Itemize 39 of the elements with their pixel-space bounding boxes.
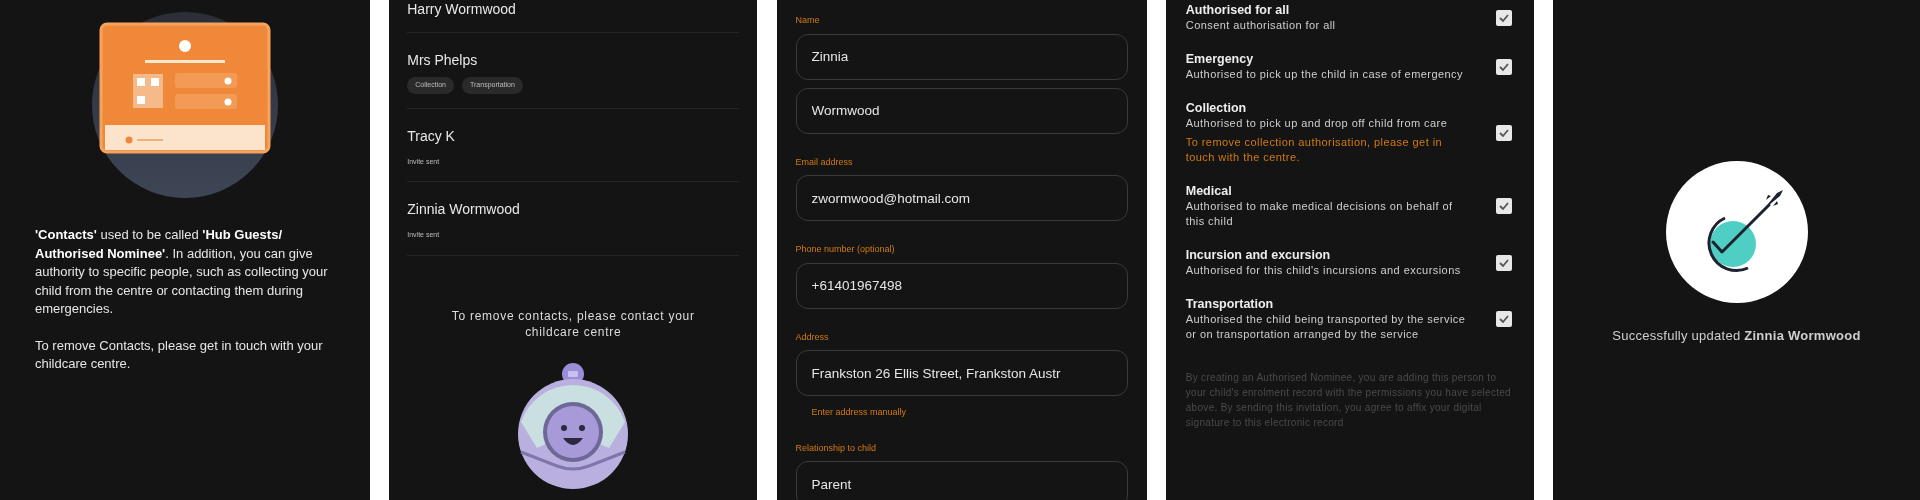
permission-title: Collection — [1185, 100, 1248, 116]
contact-name[interactable]: Harry Wormwood — [407, 0, 740, 18]
contact-name[interactable]: Zinnia Wormwood — [407, 200, 740, 218]
permission-description: Consent authorisation for all — [1185, 18, 1337, 33]
permission-title: Transportation — [1185, 296, 1275, 312]
permission-title: Medical — [1185, 183, 1233, 199]
field-label: Address — [795, 330, 830, 344]
permission-description: Authorised to make medical decisions on behalf of this child — [1185, 199, 1454, 229]
permission-checkbox[interactable] — [1495, 9, 1512, 26]
permission-title: Authorised for all — [1185, 2, 1291, 18]
field-label: Email address — [795, 155, 854, 169]
contact-name[interactable]: Tracy K — [407, 126, 740, 145]
intro-paragraph: 'Contacts' used to be called 'Hub Guests/ Authorised Nominee'. In addition, you can give authority to specific people, such as collecting your child from the centre or contacting them during emergencies. — [35, 226, 329, 318]
text-field[interactable]: Wormwood — [795, 87, 1128, 134]
success-message: Successfully updated Zinnia Wormwood — [1612, 327, 1861, 345]
enter-address-manually-link[interactable]: Enter address manually — [811, 406, 907, 420]
text-field[interactable]: Frankston 26 Ellis Street, Frankston Austr — [795, 350, 1128, 396]
permission-checkbox[interactable] — [1495, 311, 1512, 327]
field-label: Relationship to child — [795, 441, 878, 455]
text-field[interactable]: +61401967498 — [795, 262, 1128, 309]
permission-description: Authorised to pick up the child in case of emergency — [1185, 67, 1464, 82]
text-field[interactable]: zwormwood@hotmail.com — [795, 175, 1128, 221]
permission-title: Incursion and excursion — [1185, 247, 1332, 263]
intro-paragraph: To remove Contacts, please get in touch with your childcare centre. — [35, 336, 324, 373]
permission-checkbox[interactable] — [1495, 198, 1512, 214]
permission-description: Authorised for this child's incursions and excursions — [1185, 263, 1462, 278]
permission-description: Authorised to pick up and drop off child from care — [1185, 116, 1449, 131]
permission-checkbox[interactable] — [1495, 124, 1512, 141]
permission-checkbox[interactable] — [1495, 254, 1512, 271]
permission-note: To remove collection authorisation, please get in touch with the centre. — [1185, 135, 1444, 165]
contact-name[interactable]: Mrs Phelps — [407, 51, 740, 69]
text-field[interactable]: Zinnia — [795, 33, 1128, 80]
field-label: Phone number (optional) — [795, 243, 896, 256]
field-label: Name — [795, 14, 821, 27]
remove-contacts-notice: To remove contacts, please contact your childcare centre — [450, 307, 696, 340]
text-field[interactable]: Parent — [795, 461, 1128, 500]
permission-description: Authorised the child being transported by the service or on transportation arranged by the service — [1185, 312, 1467, 342]
permission-title: Emergency — [1185, 51, 1255, 67]
permission-checkbox[interactable] — [1495, 58, 1512, 75]
